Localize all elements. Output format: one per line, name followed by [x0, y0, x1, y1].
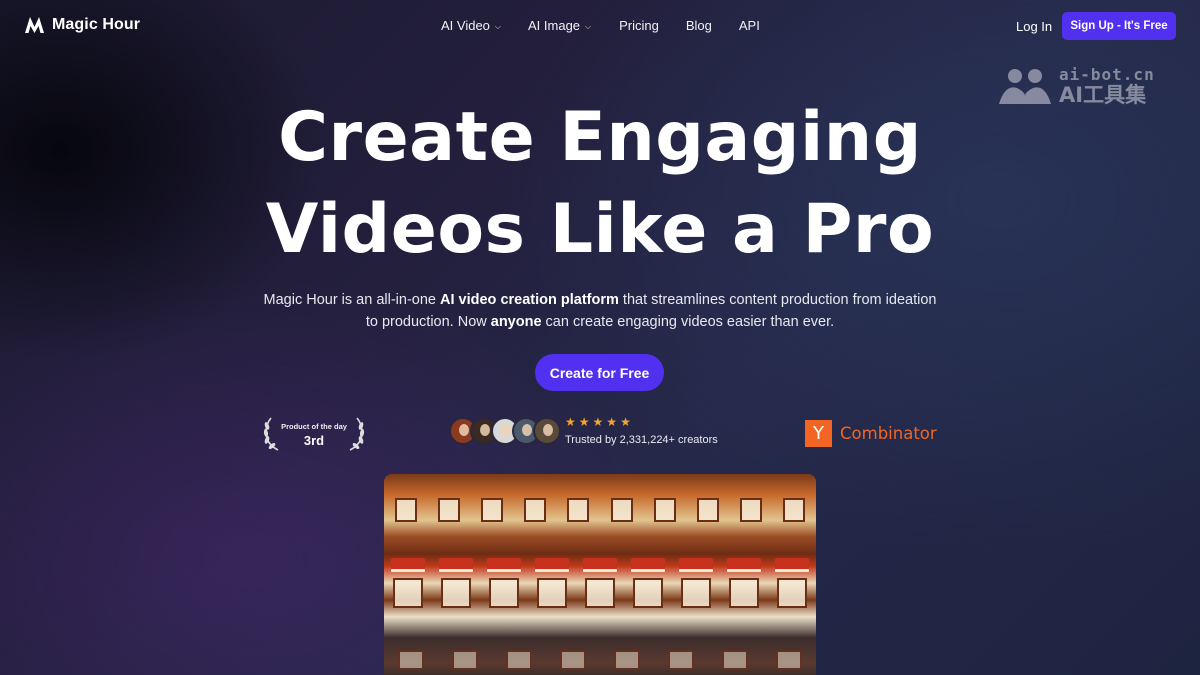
watermark-url: ai-bot.cn [1059, 64, 1155, 84]
trusted-by-text: Trusted by 2,331,224+ creators [565, 434, 718, 446]
headline-line-1: Create Engaging [278, 98, 922, 177]
video-preview[interactable] [384, 474, 816, 675]
star-icon: ★ [620, 415, 631, 429]
menu-item-ai-video[interactable]: AI Video ⌵ [441, 18, 501, 33]
y-combinator-name: Combinator [840, 424, 937, 443]
star-icon: ★ [606, 415, 618, 429]
star-icon: ★ [592, 415, 604, 429]
star-icon: ★ [565, 415, 576, 429]
y-combinator-badge[interactable]: Y Combinator [805, 420, 937, 447]
menu-item-blog[interactable]: Blog [686, 18, 712, 33]
chevron-down-icon: ⌵ [585, 21, 592, 31]
login-link[interactable]: Log In [1016, 19, 1052, 34]
hero-headline: Create Engaging Videos Like a Pro [0, 92, 1200, 276]
avatar [533, 417, 561, 445]
menu-item-pricing[interactable]: Pricing [619, 18, 659, 33]
preview-decoration [384, 650, 816, 670]
subtitle-bold: AI video creation platform [440, 292, 619, 308]
signup-button[interactable]: Sign Up - It's Free [1062, 12, 1176, 40]
brand-logo[interactable]: Magic Hour [24, 15, 140, 34]
brand-name: Magic Hour [52, 15, 141, 33]
preview-decoration [384, 578, 816, 608]
menu-item-label: AI Image [528, 18, 581, 33]
main-menu: AI Video ⌵ AI Image ⌵ Pricing Blog API [441, 18, 760, 33]
menu-item-label: Pricing [619, 18, 659, 33]
menu-item-api[interactable]: API [739, 18, 760, 33]
create-for-free-button[interactable]: Create for Free [535, 354, 664, 391]
rating-stars: ★ ★ ★ ★ ★ [565, 415, 631, 429]
preview-decoration [384, 498, 816, 522]
creator-avatars [449, 417, 561, 445]
subtitle-bold: anyone [490, 314, 542, 330]
chevron-down-icon: ⌵ [494, 21, 501, 31]
menu-item-label: API [738, 18, 760, 33]
headline-line-2: Videos Like a Pro [265, 190, 935, 269]
product-of-the-day-badge[interactable]: Product of the day 3rd [262, 416, 366, 452]
hero-subtitle: Magic Hour is an all-in-one AI video cre… [260, 289, 940, 333]
star-icon: ★ [578, 415, 590, 429]
menu-item-ai-image[interactable]: AI Image ⌵ [528, 18, 591, 33]
subtitle-text: can create engaging videos easier than e… [541, 314, 835, 330]
magic-hour-logo-icon [25, 17, 44, 33]
menu-item-label: AI Video [441, 18, 490, 33]
preview-decoration [384, 558, 816, 572]
subtitle-text: Magic Hour is an all-in-one [263, 292, 441, 308]
y-combinator-logo-icon: Y [805, 420, 832, 447]
laurel-icon [349, 417, 365, 451]
menu-item-label: Blog [685, 18, 712, 33]
top-navigation: Magic Hour AI Video ⌵ AI Image ⌵ Pricing… [0, 0, 1200, 52]
